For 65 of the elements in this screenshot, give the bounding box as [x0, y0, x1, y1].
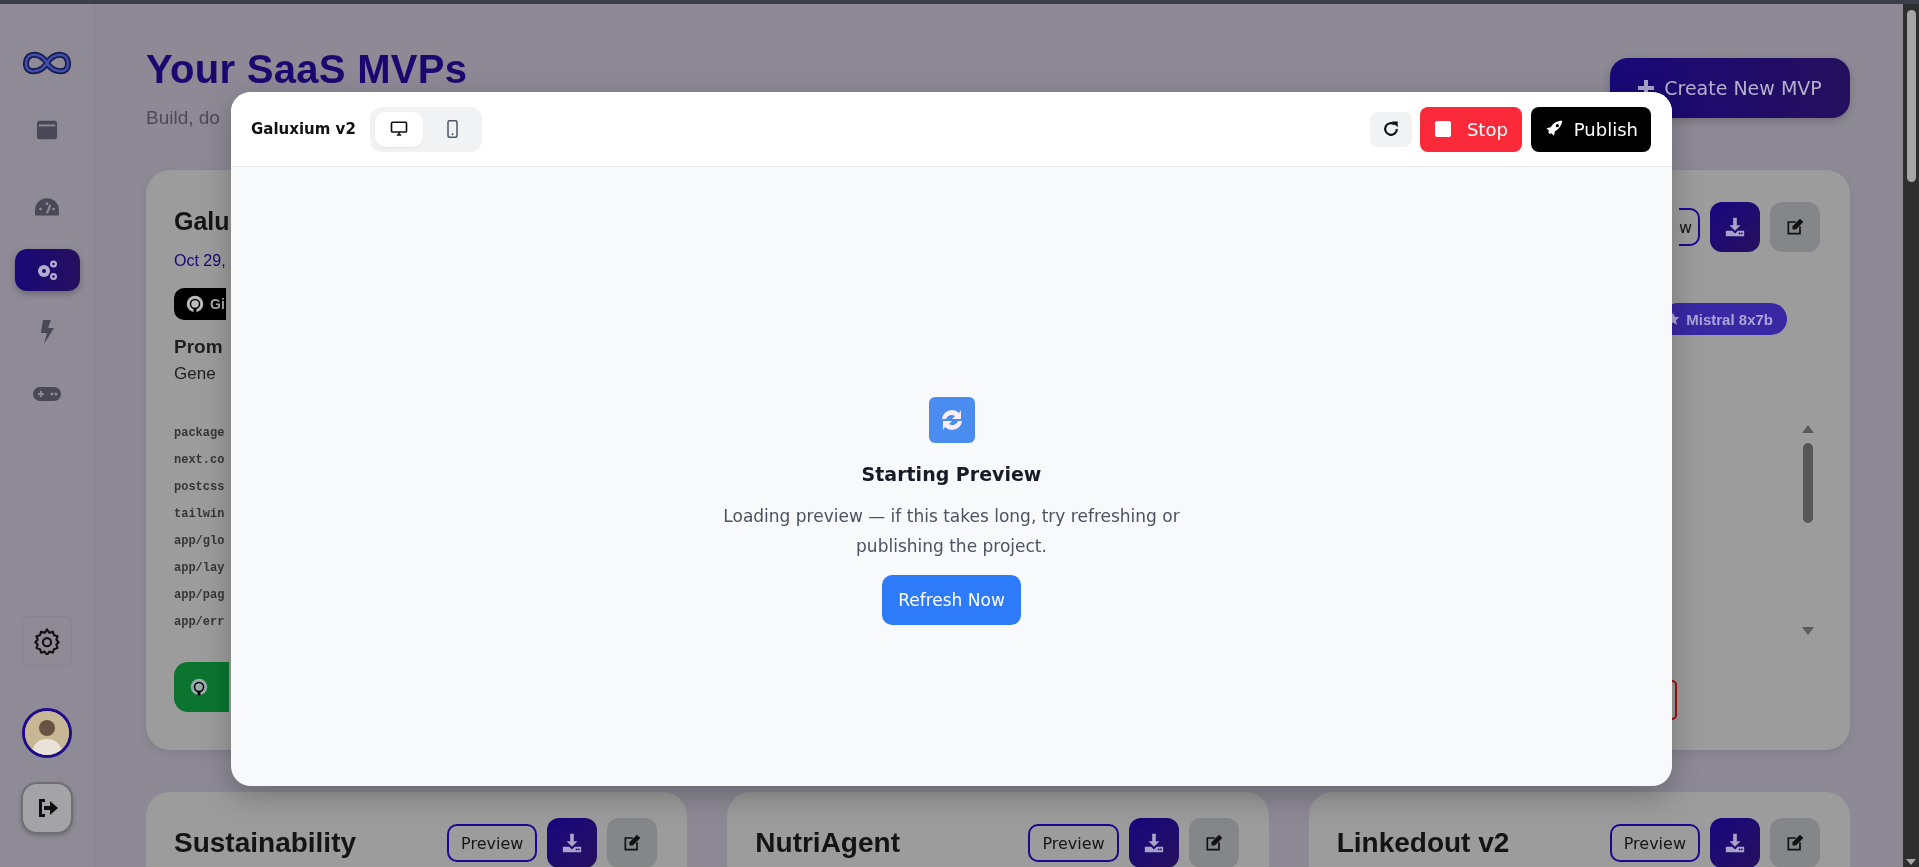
file-name: tailwin: [174, 506, 225, 523]
preview-button[interactable]: Preview: [447, 824, 538, 862]
preview-button[interactable]: w: [1679, 208, 1700, 246]
status-message: Loading preview — if this takes long, try refreshing or publishing the project.: [722, 505, 1181, 558]
file-name: app/glo: [174, 533, 225, 550]
project-title: NutriAgent: [755, 826, 900, 860]
up-arrow-icon: [1802, 425, 1814, 433]
file-name: package: [174, 425, 225, 442]
edit-icon: [1785, 833, 1805, 853]
page-subtitle: Build, do: [146, 107, 220, 129]
device-tab[interactable]: [374, 111, 423, 147]
scrollbar-thumb[interactable]: [1803, 443, 1813, 523]
file-name: next.co: [174, 452, 225, 469]
edit-button[interactable]: [1770, 818, 1820, 867]
sidebar-item[interactable]: [14, 249, 80, 291]
project-title: Sustainability: [174, 826, 357, 860]
sync-icon: [928, 397, 975, 443]
file-name: app/pag: [174, 587, 225, 604]
status-title: Starting Preview: [861, 463, 1042, 485]
square-icon: [1434, 121, 1451, 137]
repo-badge: Gi: [174, 288, 226, 320]
edit-icon: [1785, 217, 1805, 237]
page-title: Your SaaS MVPs: [146, 47, 468, 91]
window-icon: [34, 119, 60, 141]
preview-button[interactable]: Preview: [1028, 824, 1119, 862]
project-date: Oct 29,: [174, 252, 226, 270]
project-title: Linkedout v2: [1336, 826, 1510, 860]
download-icon: [1724, 216, 1746, 238]
monitor-icon: [389, 120, 408, 138]
down-arrow-icon: [1802, 627, 1814, 635]
edit-button[interactable]: [1770, 202, 1820, 252]
settings-icon: [33, 627, 61, 655]
download-icon: [1724, 832, 1746, 854]
preview-button[interactable]: Preview: [1609, 824, 1700, 862]
scrollbar-thumb[interactable]: [1906, 10, 1916, 182]
refresh-button[interactable]: Refresh Now: [882, 575, 1021, 625]
publish-button[interactable]: Publish: [1530, 106, 1651, 152]
reload-button[interactable]: [1369, 111, 1412, 147]
prompt-text: Gene: [174, 364, 216, 384]
settings-button[interactable]: [22, 616, 72, 666]
download-icon: [561, 832, 584, 854]
edit-button[interactable]: [1188, 818, 1239, 867]
gamepad-icon: [33, 386, 61, 402]
github-button[interactable]: [174, 662, 229, 712]
stop-button[interactable]: Stop: [1419, 106, 1522, 152]
avatar: [22, 708, 72, 758]
logout-button[interactable]: [21, 782, 73, 834]
download-button[interactable]: [1128, 818, 1179, 867]
download-icon: [1142, 832, 1165, 854]
gauge-icon: [34, 197, 60, 219]
phone-icon: [446, 120, 460, 138]
create-button[interactable]: Create New MVP: [1610, 58, 1850, 118]
download-button[interactable]: [547, 818, 598, 867]
download-button[interactable]: [1710, 202, 1760, 252]
preview-title: Galuxium v2: [251, 120, 356, 138]
edit-button[interactable]: [607, 818, 658, 867]
project-title: Galu: [174, 206, 230, 236]
file-name: app/err: [174, 614, 225, 631]
logo-icon: [23, 49, 71, 77]
edit-icon: [622, 833, 643, 853]
file-name: postcss: [174, 479, 225, 496]
download-button[interactable]: [1710, 818, 1760, 867]
file-name: app/lay: [174, 560, 225, 577]
prompt-label: Prom: [174, 336, 223, 358]
lightning-icon: [39, 320, 55, 344]
